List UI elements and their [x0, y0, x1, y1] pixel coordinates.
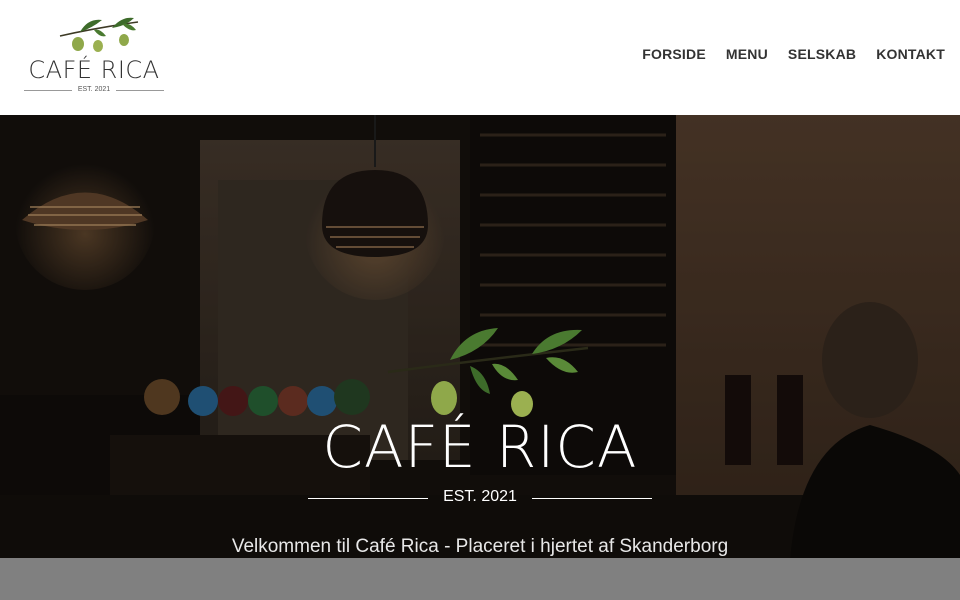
main-nav: FORSIDE MENU SELSKAB KONTAKT [642, 46, 945, 62]
hero-logo: CAFÉ RICA EST. 2021 [300, 320, 660, 520]
hero-divider-right [532, 498, 652, 499]
logo-title: CAFÉ RICA [28, 56, 160, 84]
nav-item-selskab[interactable]: SELSKAB [788, 46, 856, 62]
hero-section: CAFÉ RICA EST. 2021 Velkommen til Café R… [0, 115, 960, 560]
hero-established: EST. 2021 [443, 488, 517, 505]
hero-title: CAFÉ RICA [322, 413, 638, 481]
bottom-bar [0, 558, 960, 600]
hero-olive-branch-icon [387, 328, 589, 417]
nav-item-menu[interactable]: MENU [726, 46, 768, 62]
logo-divider-right [116, 90, 164, 91]
hero-tagline: Velkommen til Café Rica - Placeret i hje… [231, 536, 729, 557]
nav-item-kontakt[interactable]: KONTAKT [876, 46, 945, 62]
nav-item-forside[interactable]: FORSIDE [642, 46, 706, 62]
site-header: CAFÉ RICA EST. 2021 FORSIDE MENU SELSKAB… [0, 0, 960, 115]
site-logo[interactable]: CAFÉ RICA EST. 2021 [20, 14, 168, 98]
